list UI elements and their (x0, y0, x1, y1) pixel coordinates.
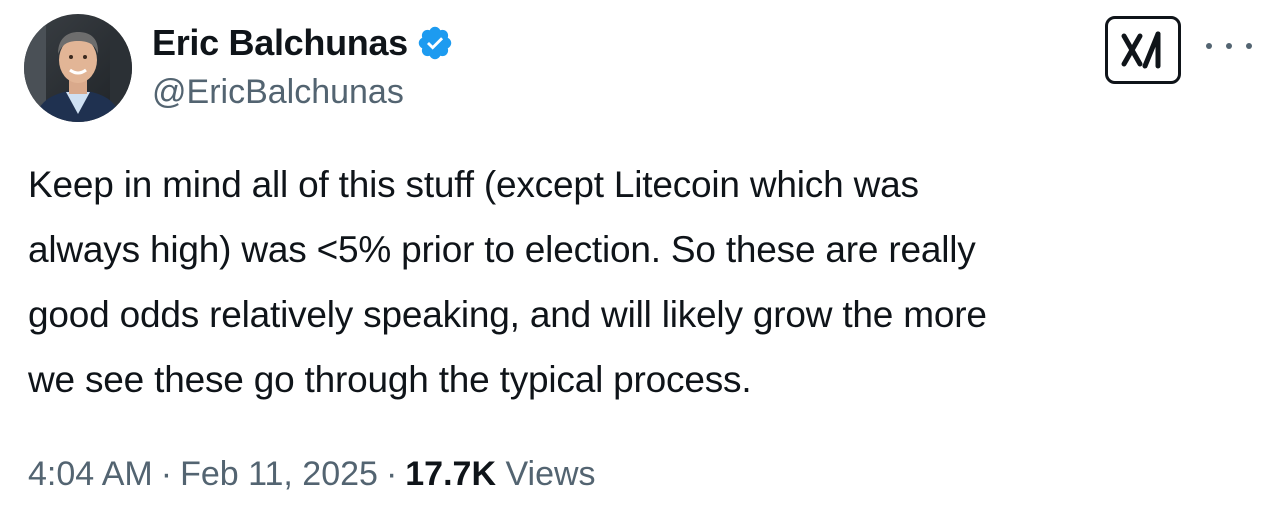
separator: · (385, 455, 398, 493)
tweet-date[interactable]: Feb 11, 2025 (180, 455, 378, 493)
views-label: Views (505, 455, 596, 493)
tweet-text-line: always high) was <5% prior to election. … (28, 229, 976, 270)
dot (1246, 43, 1252, 49)
profile-photo-icon (24, 14, 132, 122)
dot (1206, 43, 1212, 49)
grok-button[interactable] (1105, 16, 1181, 84)
avatar[interactable] (24, 14, 132, 122)
dot (1226, 43, 1232, 49)
tweet-text-line: we see these go through the typical proc… (28, 359, 752, 400)
tweet-time[interactable]: 4:04 AM (28, 455, 153, 493)
tweet-text-line: Keep in mind all of this stuff (except L… (28, 164, 919, 205)
grok-logo-icon (1121, 31, 1161, 69)
more-options-icon[interactable] (1206, 34, 1252, 58)
separator: · (160, 455, 173, 493)
author-name-row: Eric Balchunas (152, 22, 454, 64)
verified-badge-icon[interactable] (416, 24, 454, 62)
tweet-meta: 4:04 AM · Feb 11, 2025 · 17.7K Views (28, 450, 596, 498)
author-handle[interactable]: @EricBalchunas (152, 72, 404, 112)
views-count: 17.7K (405, 455, 496, 493)
tweet-card: Eric Balchunas @EricBalchunas Keep in mi… (0, 0, 1268, 516)
tweet-text-line: good odds relatively speaking, and will … (28, 294, 987, 335)
display-name[interactable]: Eric Balchunas (152, 22, 408, 64)
tweet-text: Keep in mind all of this stuff (except L… (28, 152, 1248, 412)
